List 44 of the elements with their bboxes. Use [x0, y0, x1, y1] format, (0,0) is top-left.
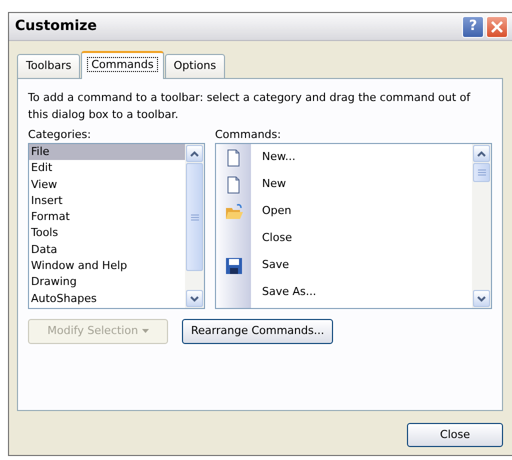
- command-item[interactable]: New...: [251, 149, 296, 166]
- chevron-up-icon: [190, 150, 199, 156]
- scrollbar[interactable]: [185, 144, 204, 308]
- close-icon: [490, 20, 504, 34]
- scroll-thumb[interactable]: [473, 163, 490, 182]
- command-item[interactable]: Save As...: [251, 284, 316, 301]
- grip-icon: [478, 169, 486, 176]
- category-item[interactable]: Format: [29, 209, 185, 226]
- close-button[interactable]: Close: [407, 422, 503, 447]
- chevron-down-icon: [190, 296, 199, 302]
- category-item[interactable]: Edit: [29, 160, 185, 177]
- close-button[interactable]: [486, 16, 508, 38]
- commands-label: Commands:: [215, 126, 282, 142]
- scroll-up-button[interactable]: [473, 145, 490, 162]
- category-item[interactable]: File: [29, 144, 185, 160]
- category-item[interactable]: Tools: [29, 225, 185, 242]
- category-item[interactable]: Data: [29, 242, 185, 258]
- chevron-up-icon: [477, 150, 486, 156]
- window-title: Customize: [15, 17, 98, 36]
- action-button[interactable]: Rearrange Commands...: [182, 319, 334, 344]
- instruction-text: To add a command to a toolbar: select a category and drag the command out of this dialog box to a toolbar.: [28, 90, 472, 122]
- category-item[interactable]: Drawing: [29, 274, 185, 291]
- scrollbar[interactable]: [472, 144, 491, 308]
- command-item[interactable]: Open: [251, 203, 292, 220]
- command-item[interactable]: New: [251, 176, 286, 193]
- category-item[interactable]: Window and Help: [29, 258, 185, 274]
- document-icon: [224, 148, 242, 166]
- grip-icon: [190, 214, 198, 220]
- command-item[interactable]: Close: [251, 230, 292, 247]
- category-item[interactable]: Insert: [29, 192, 185, 210]
- category-item[interactable]: AutoShapes: [29, 290, 185, 307]
- tab[interactable]: Commands: [81, 51, 164, 78]
- tab[interactable]: Toolbars: [17, 54, 80, 78]
- command-item[interactable]: Save: [251, 257, 290, 274]
- scroll-up-button[interactable]: [186, 145, 203, 162]
- scroll-down-button[interactable]: [473, 290, 490, 307]
- chevron-down-icon: [477, 296, 486, 302]
- document-icon: [224, 176, 242, 194]
- scroll-down-button[interactable]: [186, 290, 203, 307]
- tab[interactable]: Options: [164, 54, 226, 78]
- category-item[interactable]: View: [29, 176, 185, 193]
- folder-icon: [224, 202, 242, 220]
- categories-label: Categories:: [28, 126, 92, 142]
- scroll-thumb[interactable]: [186, 163, 203, 271]
